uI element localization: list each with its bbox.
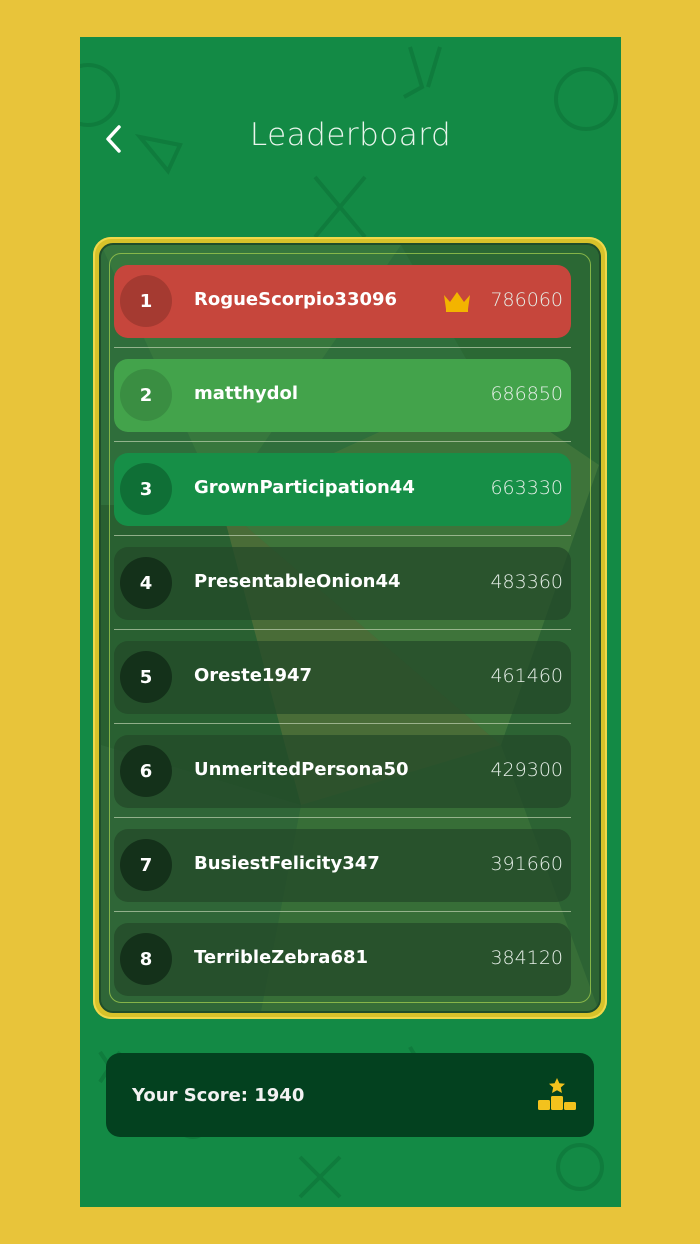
row-divider (114, 911, 571, 912)
player-score: 461460 (490, 665, 563, 687)
leaderboard-row-1[interactable]: 1 RogueScorpio33096 786060 (114, 265, 571, 338)
player-name: Oreste1947 (194, 665, 313, 686)
player-score: 686850 (490, 383, 563, 405)
player-score: 663330 (490, 477, 563, 499)
player-name: PresentableOnion44 (194, 571, 401, 592)
player-score: 391660 (490, 853, 563, 875)
player-name: UnmeritedPersona50 (194, 759, 409, 780)
leaderboard-row-4[interactable]: 4 PresentableOnion44 483360 (114, 547, 571, 620)
rank-badge: 8 (120, 933, 172, 985)
leaderboard-row-2[interactable]: 2 matthydol 686850 (114, 359, 571, 432)
app-screen: Leaderboard 1 RogueScorpio33096 786060 2… (80, 37, 621, 1207)
your-score-card: Your Score: 1940 (106, 1053, 594, 1137)
player-name: GrownParticipation44 (194, 477, 415, 498)
row-divider (114, 441, 571, 442)
row-divider (114, 535, 571, 536)
player-score: 429300 (490, 759, 563, 781)
rank-badge: 2 (120, 369, 172, 421)
player-score: 384120 (490, 947, 563, 969)
leaderboard-row-3[interactable]: 3 GrownParticipation44 663330 (114, 453, 571, 526)
row-divider (114, 817, 571, 818)
your-score-label: Your Score: 1940 (132, 1085, 305, 1106)
leaderboard-panel: 1 RogueScorpio33096 786060 2 matthydol 6… (93, 237, 607, 1019)
row-divider (114, 723, 571, 724)
player-name: BusiestFelicity347 (194, 853, 380, 874)
leaderboard-row-8[interactable]: 8 TerribleZebra681 384120 (114, 923, 571, 996)
rank-badge: 4 (120, 557, 172, 609)
player-score: 786060 (490, 289, 563, 311)
leaderboard-row-6[interactable]: 6 UnmeritedPersona50 429300 (114, 735, 571, 808)
rank-badge: 7 (120, 839, 172, 891)
row-divider (114, 347, 571, 348)
player-score: 483360 (490, 571, 563, 593)
crown-icon (444, 292, 470, 312)
rank-badge: 5 (120, 651, 172, 703)
player-name: matthydol (194, 383, 299, 404)
podium-star-icon (538, 1078, 576, 1110)
leaderboard-row-5[interactable]: 5 Oreste1947 461460 (114, 641, 571, 714)
rank-badge: 6 (120, 745, 172, 797)
page-title: Leaderboard (249, 117, 452, 153)
player-name: TerribleZebra681 (194, 947, 369, 968)
rank-badge: 1 (120, 275, 172, 327)
row-divider (114, 629, 571, 630)
player-name: RogueScorpio33096 (194, 289, 398, 310)
rank-badge: 3 (120, 463, 172, 515)
leaderboard-row-7[interactable]: 7 BusiestFelicity347 391660 (114, 829, 571, 902)
